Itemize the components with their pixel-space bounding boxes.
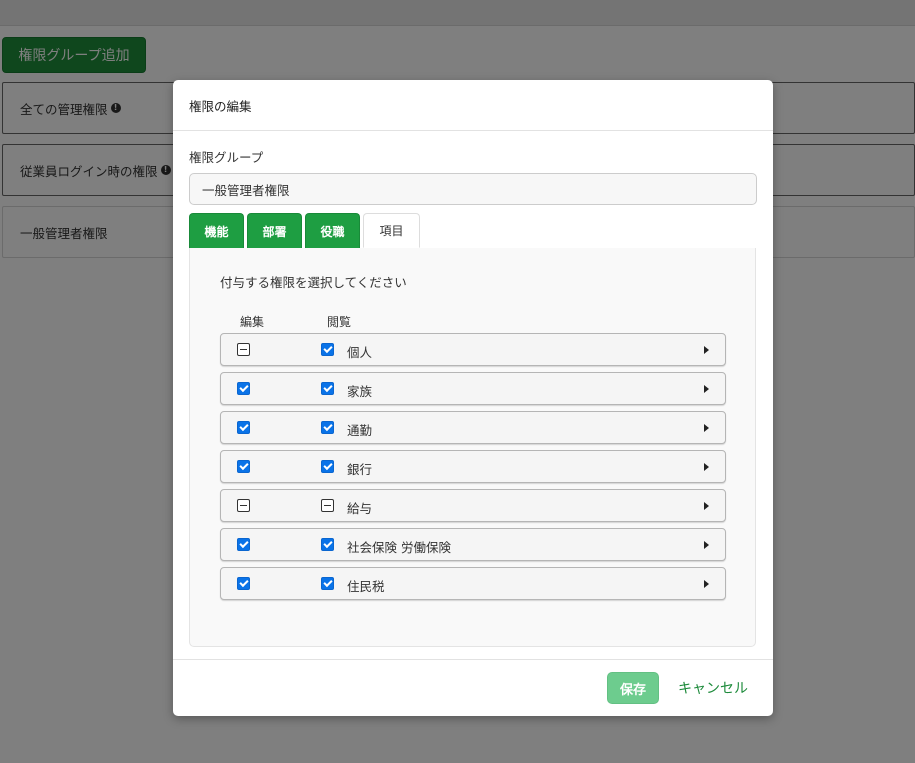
tab-department[interactable]: 部署: [247, 213, 302, 248]
view-checkbox[interactable]: [321, 460, 334, 473]
cancel-link[interactable]: キャンセル: [678, 678, 748, 698]
permission-item-label: 給与: [347, 501, 373, 516]
items-tab-panel: 付与する権限を選択してください 編集 閲覧 個人 家族 通勤 銀行 給与 社会保…: [189, 248, 756, 647]
expand-caret-icon[interactable]: [704, 502, 709, 510]
save-button[interactable]: 保存: [607, 672, 659, 704]
view-checkbox[interactable]: [321, 577, 334, 590]
view-checkbox[interactable]: [321, 343, 334, 356]
expand-caret-icon[interactable]: [704, 541, 709, 549]
instruction-text: 付与する権限を選択してください: [220, 275, 407, 290]
permission-item[interactable]: 住民税: [220, 567, 726, 600]
edit-checkbox[interactable]: [237, 577, 250, 590]
permission-item[interactable]: 給与: [220, 489, 726, 522]
permission-item[interactable]: 家族: [220, 372, 726, 405]
edit-checkbox[interactable]: [237, 460, 250, 473]
tab-items[interactable]: 項目: [363, 213, 420, 248]
permission-item-label: 個人: [347, 345, 373, 360]
permission-item[interactable]: 通勤: [220, 411, 726, 444]
expand-caret-icon[interactable]: [704, 385, 709, 393]
edit-checkbox[interactable]: [237, 499, 250, 512]
permission-item-label: 社会保険 労働保険: [347, 540, 451, 555]
permission-item-label: 銀行: [347, 462, 373, 477]
modal-footer: 保存 キャンセル: [173, 659, 773, 716]
tab-bar: 機能 部署 役職 項目: [189, 213, 757, 248]
permission-item[interactable]: 社会保険 労働保険: [220, 528, 726, 561]
edit-checkbox[interactable]: [237, 343, 250, 356]
group-field-label: 権限グループ: [189, 150, 264, 165]
expand-caret-icon[interactable]: [704, 580, 709, 588]
expand-caret-icon[interactable]: [704, 424, 709, 432]
permission-item[interactable]: 銀行: [220, 450, 726, 483]
view-checkbox[interactable]: [321, 538, 334, 551]
modal-body: 権限グループ 機能 部署 役職 項目 付与する権限を選択してください 編集 閲覧…: [173, 131, 773, 659]
permission-item-list: 個人 家族 通勤 銀行 給与 社会保険 労働保険 住民税: [220, 333, 726, 600]
group-name-input[interactable]: [189, 173, 757, 205]
edit-column-header: 編集: [240, 315, 265, 329]
tab-function[interactable]: 機能: [189, 213, 244, 248]
edit-checkbox[interactable]: [237, 421, 250, 434]
permission-item-label: 家族: [347, 384, 373, 399]
expand-caret-icon[interactable]: [704, 346, 709, 354]
permission-item-label: 住民税: [347, 579, 385, 594]
expand-caret-icon[interactable]: [704, 463, 709, 471]
edit-checkbox[interactable]: [237, 382, 250, 395]
tab-position[interactable]: 役職: [305, 213, 360, 248]
view-checkbox[interactable]: [321, 499, 334, 512]
modal-header: 権限の編集: [173, 80, 773, 131]
view-column-header: 閲覧: [327, 315, 352, 329]
modal-title: 権限の編集: [189, 98, 252, 114]
view-checkbox[interactable]: [321, 382, 334, 395]
column-headers: 編集 閲覧: [220, 313, 725, 333]
view-checkbox[interactable]: [321, 421, 334, 434]
permission-item-label: 通勤: [347, 423, 373, 438]
edit-checkbox[interactable]: [237, 538, 250, 551]
edit-permissions-modal: 権限の編集 権限グループ 機能 部署 役職 項目 付与する権限を選択してください…: [173, 80, 773, 716]
permission-item[interactable]: 個人: [220, 333, 726, 366]
